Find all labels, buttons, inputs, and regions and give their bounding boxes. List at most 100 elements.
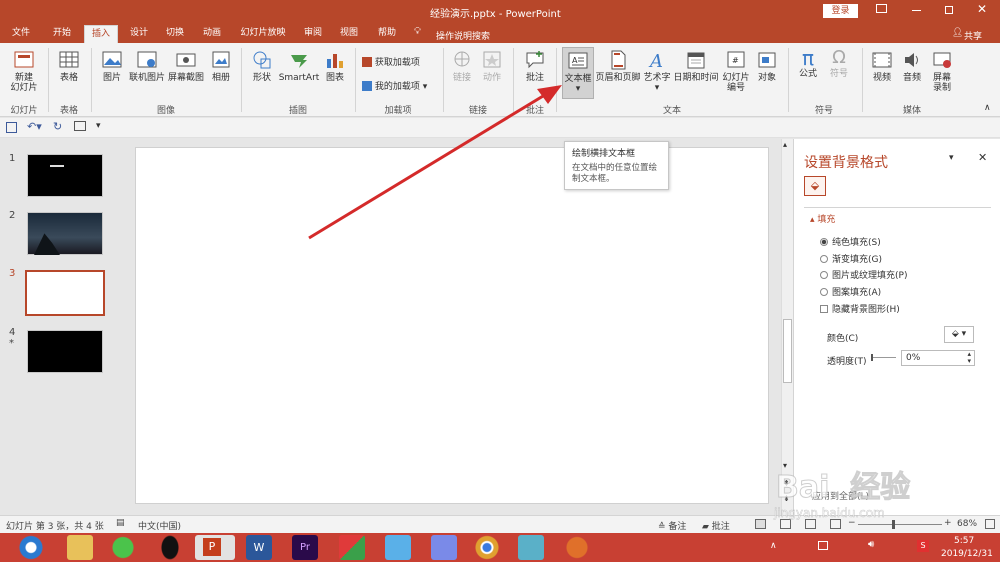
fit-slide-icon[interactable]	[985, 519, 995, 529]
language[interactable]: 中文(中国)	[138, 519, 181, 532]
screen-recording-button[interactable]: 屏幕 录制	[928, 49, 956, 93]
color-picker-button[interactable]: ⬙ ▾	[944, 326, 974, 343]
clock-time[interactable]: 5:57	[954, 536, 974, 546]
notebook-icon[interactable]	[518, 535, 544, 560]
fill-section-header[interactable]: ▴ 填充	[810, 212, 835, 225]
my-addins-button[interactable]: 我的加载项 ▾	[362, 79, 427, 92]
premiere-icon[interactable]: Pr	[292, 535, 318, 560]
tray-volume-icon[interactable]: 🔊︎	[868, 539, 874, 550]
radio[interactable]	[820, 288, 828, 296]
get-addins-button[interactable]: 获取加载项	[362, 55, 420, 68]
redo-icon[interactable]: ↻	[53, 120, 62, 133]
pane-close-icon[interactable]: ✕	[978, 151, 987, 164]
tray-ime-icon[interactable]: S	[917, 540, 929, 552]
picture-button[interactable]: 图片	[97, 49, 127, 83]
feishu-icon[interactable]	[431, 535, 457, 560]
file-explorer-icon[interactable]	[67, 535, 93, 560]
start-slideshow-icon[interactable]	[74, 121, 86, 131]
tab-help[interactable]: 帮助	[372, 25, 402, 43]
close-icon[interactable]: ✕	[977, 2, 987, 16]
tray-up-icon[interactable]: ∧	[770, 541, 777, 551]
action-button[interactable]: 动作	[478, 49, 506, 83]
slide-thumbnail-1[interactable]	[27, 154, 103, 197]
zoom-out-icon[interactable]: −	[848, 518, 856, 528]
tab-animations[interactable]: 动画	[197, 25, 227, 43]
spinner-icon[interactable]: ▴ ▾	[967, 351, 971, 365]
shapes-button[interactable]: 形状	[248, 49, 276, 83]
slide-number-button[interactable]: # 幻灯片 编号	[720, 49, 752, 93]
tab-file[interactable]: 文件	[6, 25, 36, 43]
tab-insert[interactable]: 插入	[84, 25, 118, 43]
tab-transitions[interactable]: 切换	[160, 25, 190, 43]
chart-button[interactable]: 图表	[322, 49, 348, 83]
word-icon[interactable]: W	[246, 535, 272, 560]
symbol-button[interactable]: Ω 符号	[826, 47, 852, 79]
wechat-icon[interactable]	[110, 535, 136, 560]
datetime-button[interactable]: 日期和时间	[673, 49, 719, 83]
start-360-icon[interactable]	[18, 535, 44, 560]
tab-slideshow[interactable]: 幻灯片放映	[236, 25, 290, 43]
slide-thumbnail-2[interactable]	[27, 212, 103, 255]
powerpoint-icon[interactable]: P	[195, 535, 235, 560]
audio-button[interactable]: 音频	[898, 49, 926, 83]
sorter-view-icon[interactable]	[780, 519, 791, 529]
scroll-up-icon[interactable]: ▴	[783, 140, 787, 149]
video-button[interactable]: 视频	[868, 49, 896, 83]
tray-network-icon[interactable]	[818, 541, 828, 550]
scroll-down-icon[interactable]: ▾	[783, 461, 787, 470]
tab-design[interactable]: 设计	[124, 25, 154, 43]
comments-button[interactable]: ▰ 批注	[702, 519, 730, 532]
hide-background-option[interactable]: 隐藏背景图形(H)	[820, 302, 900, 315]
wordart-button[interactable]: A 艺术字 ▾	[643, 49, 671, 93]
gradient-fill-option[interactable]: 渐变填充(G)	[820, 252, 882, 265]
share-button[interactable]: 共享	[964, 29, 982, 42]
new-slide-button[interactable]: 新建 幻灯片	[6, 49, 42, 93]
transparency-input[interactable]: 0% ▴ ▾	[901, 350, 975, 366]
slide-thumbnail-3[interactable]	[25, 270, 105, 316]
app-icon[interactable]	[339, 535, 365, 560]
notes-button[interactable]: ≙ 备注	[658, 519, 686, 532]
spelling-icon[interactable]: ▤	[116, 518, 125, 528]
header-footer-button[interactable]: 页眉和页脚	[595, 49, 641, 83]
online-picture-button[interactable]: 联机图片	[128, 49, 166, 83]
clock-date[interactable]: 2019/12/31	[941, 549, 993, 559]
scroll-thumb[interactable]	[783, 319, 792, 383]
tab-review[interactable]: 审阅	[298, 25, 328, 43]
bird-app-icon[interactable]	[385, 535, 411, 560]
collapse-ribbon-icon[interactable]: ∧	[984, 103, 991, 113]
radio[interactable]	[820, 271, 828, 279]
sogou-icon[interactable]	[564, 535, 590, 560]
normal-view-icon[interactable]	[755, 519, 766, 529]
slide-thumbnail-4[interactable]	[27, 330, 103, 373]
album-button[interactable]: 相册	[206, 49, 236, 83]
prev-slide-icon[interactable]: ⇞	[783, 479, 790, 488]
object-button[interactable]: 对象	[753, 49, 781, 83]
radio-selected[interactable]	[820, 238, 828, 246]
fill-tab-icon[interactable]: ⬙	[804, 176, 826, 196]
comment-button[interactable]: 批注	[519, 49, 551, 83]
minimize-icon[interactable]	[912, 10, 921, 11]
reading-view-icon[interactable]	[805, 519, 816, 529]
smartart-button[interactable]: SmartArt	[278, 49, 320, 83]
customize-qat-icon[interactable]: ▾	[96, 121, 101, 131]
pattern-fill-option[interactable]: 图案填充(A)	[820, 285, 881, 298]
zoom-thumb[interactable]	[892, 520, 895, 529]
next-slide-icon[interactable]: ⇟	[783, 494, 790, 503]
pane-options-icon[interactable]: ▾	[949, 153, 954, 163]
restore-icon[interactable]	[945, 6, 953, 14]
textbox-button[interactable]: A 文本框 ▾	[562, 47, 594, 99]
picture-fill-option[interactable]: 图片或纹理填充(P)	[820, 268, 907, 281]
save-icon[interactable]	[6, 122, 17, 133]
equation-button[interactable]: π 公式	[794, 47, 822, 79]
slider-thumb[interactable]	[871, 354, 873, 361]
screenshot-button[interactable]: 屏幕截图	[167, 49, 205, 83]
solid-fill-option[interactable]: 纯色填充(S)	[820, 235, 881, 248]
apply-to-all-button[interactable]: 应用到全部(L)	[812, 489, 869, 502]
login-button[interactable]: 登录	[823, 4, 858, 18]
zoom-in-icon[interactable]: +	[944, 518, 952, 528]
chrome-icon[interactable]	[474, 535, 500, 560]
tab-home[interactable]: 开始	[47, 25, 77, 43]
qq-icon[interactable]	[157, 535, 183, 560]
slideshow-view-icon[interactable]	[830, 519, 841, 529]
table-button[interactable]: 表格	[54, 49, 84, 83]
